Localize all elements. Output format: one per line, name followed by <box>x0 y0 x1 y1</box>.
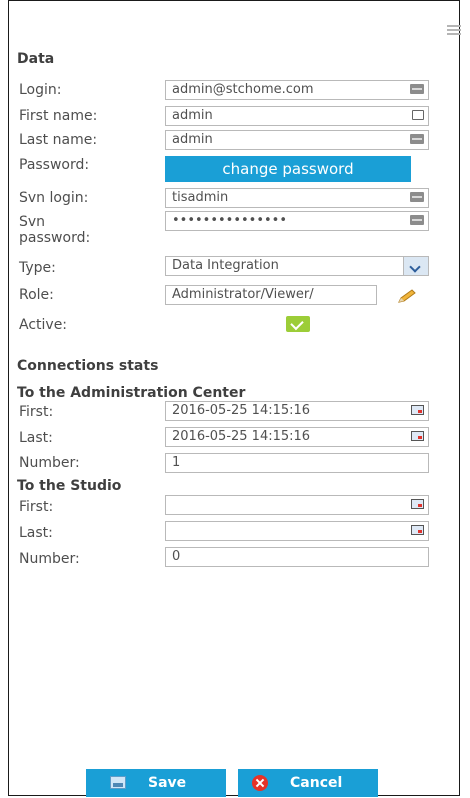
studio-first-label: First: <box>19 499 54 515</box>
studio-number-label: Number: <box>19 551 80 567</box>
admin-first-value: 2016-05-25 14:15:16 <box>172 403 311 418</box>
calendar-icon[interactable] <box>411 525 424 535</box>
svn-password-label-line2: password: <box>19 230 91 246</box>
login-label: Login: <box>19 82 62 98</box>
save-button[interactable]: Save <box>86 769 226 797</box>
keyboard-icon <box>410 84 424 94</box>
data-section-title: Data <box>17 51 55 67</box>
active-label: Active: <box>19 317 68 333</box>
first-name-field[interactable]: admin <box>165 106 429 126</box>
admin-last-field[interactable]: 2016-05-25 14:15:16 <box>165 427 429 447</box>
studio-title: To the Studio <box>17 478 122 494</box>
admin-number-label: Number: <box>19 455 80 471</box>
svn-login-value: tisadmin <box>172 190 229 205</box>
studio-last-field[interactable] <box>165 521 429 541</box>
keyboard-icon <box>410 192 424 202</box>
cancel-button[interactable]: Cancel <box>238 769 378 797</box>
admin-center-title: To the Administration Center <box>17 385 246 401</box>
studio-number-field[interactable]: 0 <box>165 547 429 567</box>
admin-number-value: 1 <box>172 455 181 470</box>
keyboard-icon <box>410 134 424 144</box>
last-name-label: Last name: <box>19 132 98 148</box>
calendar-icon[interactable] <box>411 431 424 441</box>
admin-number-field[interactable]: 1 <box>165 453 429 473</box>
login-value: admin@stchome.com <box>172 82 314 97</box>
admin-last-label: Last: <box>19 430 53 446</box>
studio-number-value: 0 <box>172 549 181 564</box>
svn-login-label: Svn login: <box>19 190 89 206</box>
cancel-icon <box>252 775 268 791</box>
admin-last-value: 2016-05-25 14:15:16 <box>172 429 311 444</box>
svn-password-field[interactable]: ••••••••••••••• <box>165 211 429 231</box>
keyboard-icon <box>410 215 424 225</box>
role-label: Role: <box>19 287 54 303</box>
admin-first-label: First: <box>19 404 54 420</box>
cancel-label: Cancel <box>290 775 343 791</box>
change-password-button[interactable]: change password <box>165 156 411 182</box>
first-name-value: admin <box>172 108 213 123</box>
password-label: Password: <box>19 157 90 173</box>
studio-last-label: Last: <box>19 525 53 541</box>
connections-stats-title: Connections stats <box>17 358 159 374</box>
hamburger-icon[interactable] <box>447 25 461 37</box>
first-name-label: First name: <box>19 108 98 124</box>
type-label: Type: <box>19 260 56 276</box>
save-label: Save <box>148 775 187 791</box>
user-form-panel: Data Login: admin@stchome.com First name… <box>8 0 461 797</box>
chevron-down-icon[interactable] <box>403 257 428 275</box>
type-select[interactable]: Data Integration <box>165 256 429 276</box>
user-card-icon <box>412 110 424 120</box>
pencil-icon[interactable] <box>397 289 417 303</box>
save-icon <box>110 776 126 789</box>
login-field[interactable]: admin@stchome.com <box>165 80 429 100</box>
last-name-field[interactable]: admin <box>165 130 429 150</box>
svn-password-label-line1: Svn <box>19 214 46 230</box>
calendar-icon[interactable] <box>411 405 424 415</box>
role-value: Administrator/Viewer/ <box>172 287 314 302</box>
role-field[interactable]: Administrator/Viewer/ <box>165 285 377 305</box>
studio-first-field[interactable] <box>165 495 429 515</box>
svn-password-value: ••••••••••••••• <box>172 213 288 228</box>
admin-first-field[interactable]: 2016-05-25 14:15:16 <box>165 401 429 421</box>
active-checkbox[interactable] <box>286 316 310 332</box>
type-value: Data Integration <box>172 258 279 273</box>
svn-login-field[interactable]: tisadmin <box>165 188 429 208</box>
last-name-value: admin <box>172 132 213 147</box>
calendar-icon[interactable] <box>411 499 424 509</box>
